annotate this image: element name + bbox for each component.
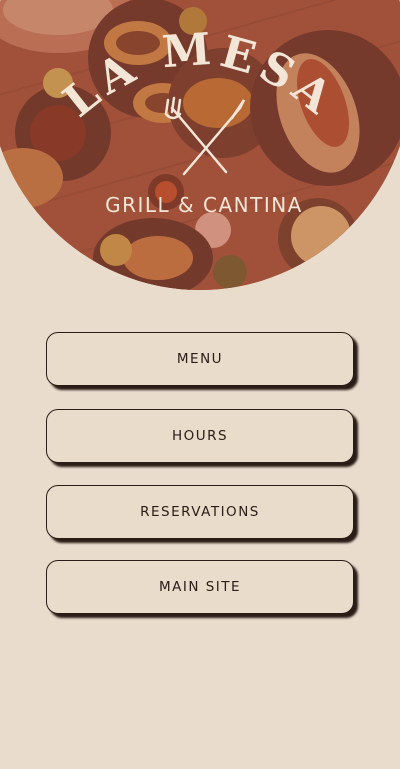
logo-word-la: LA bbox=[54, 41, 148, 127]
fork-and-knife-icon bbox=[164, 96, 246, 176]
reservations-button[interactable]: RESERVATIONS bbox=[46, 485, 354, 539]
logo-tagline: GRILL & CANTINA bbox=[105, 193, 303, 217]
main-site-button[interactable]: MAIN SITE bbox=[46, 560, 354, 614]
menu-button-label: MENU bbox=[176, 351, 224, 367]
menu-button[interactable]: MENU bbox=[46, 332, 354, 386]
logo-word-mesa: MESA bbox=[160, 24, 345, 128]
hours-button-label: HOURS bbox=[171, 428, 229, 444]
la-mesa-logo: LA MESA GRILL & CANTINA bbox=[54, 24, 346, 217]
reservations-button-label: RESERVATIONS bbox=[140, 504, 260, 520]
main-site-button-label: MAIN SITE bbox=[158, 579, 242, 595]
svg-text:LA MESA: LA MESA bbox=[54, 24, 346, 128]
hours-button[interactable]: HOURS bbox=[46, 409, 354, 463]
